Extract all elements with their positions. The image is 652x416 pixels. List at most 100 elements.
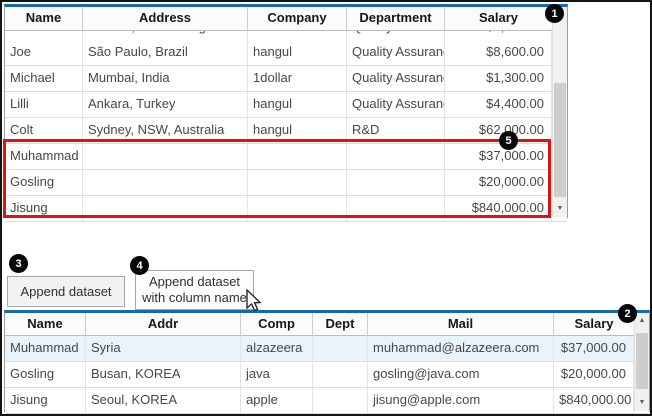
grid-cell[interactable]: 1dollar: [248, 66, 347, 91]
table-row[interactable]: Gosling Busan, KOREA java gosling@java.c…: [5, 362, 649, 388]
grid-cell[interactable]: Quality Assurance: [347, 31, 445, 40]
column-header-company[interactable]: Company: [248, 7, 347, 30]
grid1-vertical-scrollbar[interactable]: ▲ ▼: [552, 7, 567, 217]
grid-cell[interactable]: Gosling: [5, 170, 83, 195]
callout-badge-5: 5: [499, 131, 518, 150]
grid-cell[interactable]: Jisung: [5, 388, 86, 413]
grid-cell[interactable]: Joe: [5, 40, 83, 65]
grid-cell[interactable]: hangul: [248, 40, 347, 65]
grid-cell[interactable]: London, United Kingdom: [83, 31, 248, 40]
append-with-label-line1: Append dataset: [149, 274, 240, 290]
grid-cell[interactable]: $20,000.00: [554, 362, 634, 387]
grid-cell[interactable]: [313, 388, 368, 413]
table-row[interactable]: Jisung Seoul, KOREA apple jisung@apple.c…: [5, 388, 649, 414]
callout-badge-4: 4: [130, 256, 149, 275]
scrollbar-thumb[interactable]: [554, 83, 566, 197]
grid1-header-row: Name Address Company Department Salary: [5, 7, 567, 31]
clipped-scrolled-row[interactable]: Lisa London, United Kingdom 1dollar Qual…: [5, 31, 567, 40]
column-header-salary[interactable]: Salary: [445, 7, 552, 30]
grid-cell[interactable]: muhammad@alzazeera.com: [368, 336, 554, 361]
grid-cell[interactable]: $840,000.00: [554, 388, 634, 413]
column-header-dept[interactable]: Dept: [313, 313, 368, 335]
grid-cell[interactable]: São Paulo, Brazil: [83, 40, 248, 65]
grid-cell[interactable]: Busan, KOREA: [86, 362, 241, 387]
grid-cell[interactable]: Syria: [86, 336, 241, 361]
append-dataset-button-label: Append dataset: [20, 284, 111, 299]
grid-cell[interactable]: Jisung: [5, 196, 83, 221]
grid-cell[interactable]: 1dollar: [248, 31, 347, 40]
scroll-down-icon[interactable]: ▼: [553, 201, 567, 217]
callout-badge-3: 3: [9, 254, 28, 273]
append-dataset-with-column-name-button[interactable]: Append dataset with column name: [135, 270, 254, 310]
grid2-vertical-scrollbar[interactable]: ▲ ▼: [634, 313, 649, 411]
scroll-up-icon[interactable]: ▲: [635, 313, 649, 329]
grid-cell[interactable]: [347, 196, 445, 221]
scrollbar-thumb[interactable]: [636, 333, 648, 389]
grid-cell[interactable]: Colt: [5, 118, 83, 143]
grid-cell[interactable]: [248, 196, 347, 221]
grid-cell[interactable]: Quality Assurance: [347, 40, 445, 65]
grid-cell[interactable]: Quality Assurance: [347, 66, 445, 91]
column-header-comp[interactable]: Comp: [241, 313, 313, 335]
grid-cell[interactable]: $5,000.00: [445, 31, 552, 40]
append-dataset-button[interactable]: Append dataset: [7, 276, 125, 307]
grid-cell[interactable]: hangul: [248, 118, 347, 143]
grid2-header-row: Name Addr Comp Dept Mail Salary: [5, 313, 649, 336]
table-row[interactable]: Lilli Ankara, Turkey hangul Quality Assu…: [5, 92, 567, 118]
grid-cell[interactable]: [347, 144, 445, 169]
table-row[interactable]: Colt Sydney, NSW, Australia hangul R&D $…: [5, 118, 567, 144]
grid-cell[interactable]: $4,400.00: [445, 92, 552, 117]
table-row[interactable]: Michael Mumbai, India 1dollar Quality As…: [5, 66, 567, 92]
grid-cell[interactable]: R&D: [347, 118, 445, 143]
grid-cell[interactable]: Muhammad: [5, 144, 83, 169]
appended-row[interactable]: Gosling $20,000.00: [5, 170, 567, 196]
grid-cell[interactable]: hangul: [248, 92, 347, 117]
appended-row[interactable]: Jisung $840,000.00: [5, 196, 567, 222]
grid-cell[interactable]: java: [241, 362, 313, 387]
grid-cell[interactable]: $840,000.00: [445, 196, 552, 221]
grid-cell[interactable]: $20,000.00: [445, 170, 552, 195]
grid-cell[interactable]: [83, 144, 248, 169]
source-data-grid: Name Address Company Department Salary L…: [4, 4, 568, 218]
grid-cell[interactable]: $8,600.00: [445, 40, 552, 65]
appended-row[interactable]: Muhammad $37,000.00: [5, 144, 567, 170]
grid-cell[interactable]: [83, 170, 248, 195]
grid-cell[interactable]: $37,000.00: [445, 144, 552, 169]
callout-badge-1: 1: [545, 4, 564, 23]
grid-cell[interactable]: $1,300.00: [445, 66, 552, 91]
grid-cell[interactable]: [248, 144, 347, 169]
column-header-addr[interactable]: Addr: [86, 313, 241, 335]
column-header-department[interactable]: Department: [347, 7, 445, 30]
grid-cell[interactable]: Mumbai, India: [83, 66, 248, 91]
grid-cell[interactable]: Gosling: [5, 362, 86, 387]
grid-cell[interactable]: [248, 170, 347, 195]
app-window: Name Address Company Department Salary L…: [0, 0, 652, 416]
grid-cell[interactable]: alzazeera: [241, 336, 313, 361]
column-header-name[interactable]: Name: [5, 313, 86, 335]
grid-cell[interactable]: Lisa: [5, 31, 83, 40]
result-data-grid: Name Addr Comp Dept Mail Salary Muhammad…: [4, 310, 650, 412]
grid-cell[interactable]: apple: [241, 388, 313, 413]
grid-cell[interactable]: Sydney, NSW, Australia: [83, 118, 248, 143]
grid-cell[interactable]: [313, 362, 368, 387]
append-with-label-line2: with column name: [142, 290, 247, 306]
grid-cell[interactable]: [313, 336, 368, 361]
callout-badge-2: 2: [618, 304, 637, 323]
grid-cell[interactable]: jisung@apple.com: [368, 388, 554, 413]
grid-cell[interactable]: Quality Assurance: [347, 92, 445, 117]
grid-cell[interactable]: gosling@java.com: [368, 362, 554, 387]
grid-cell[interactable]: Michael: [5, 66, 83, 91]
table-row[interactable]: Joe São Paulo, Brazil hangul Quality Ass…: [5, 40, 567, 66]
grid-cell[interactable]: $37,000.00: [554, 336, 634, 361]
grid-cell[interactable]: [347, 170, 445, 195]
grid-cell[interactable]: Muhammad: [5, 336, 86, 361]
grid-cell[interactable]: Ankara, Turkey: [83, 92, 248, 117]
column-header-address[interactable]: Address: [83, 7, 248, 30]
grid-cell[interactable]: [83, 196, 248, 221]
table-row-selected[interactable]: Muhammad Syria alzazeera muhammad@alzaze…: [5, 336, 649, 362]
grid-cell[interactable]: Lilli: [5, 92, 83, 117]
scroll-down-icon[interactable]: ▼: [635, 395, 649, 411]
grid-cell[interactable]: Seoul, KOREA: [86, 388, 241, 413]
column-header-name[interactable]: Name: [5, 7, 83, 30]
column-header-mail[interactable]: Mail: [368, 313, 554, 335]
